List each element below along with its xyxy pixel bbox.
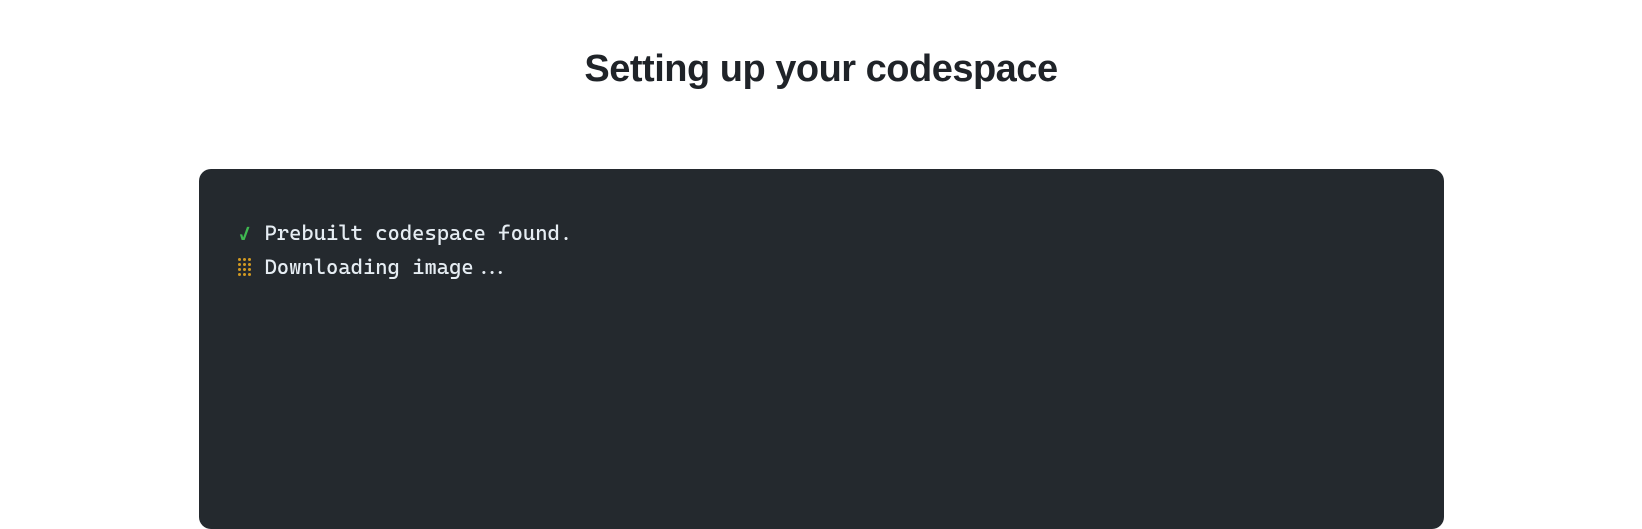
check-icon: ✓ (235, 219, 255, 249)
loading-spinner-icon (235, 258, 255, 276)
log-line-success: ✓ Prebuilt codespace found. (235, 217, 1408, 251)
log-text: Downloading image... (265, 251, 511, 285)
log-text: Prebuilt codespace found. (265, 217, 573, 251)
page-title: Setting up your codespace (584, 48, 1057, 91)
terminal-output-panel: ✓ Prebuilt codespace found. Downloading … (199, 169, 1444, 529)
log-line-loading: Downloading image... (235, 251, 1408, 285)
